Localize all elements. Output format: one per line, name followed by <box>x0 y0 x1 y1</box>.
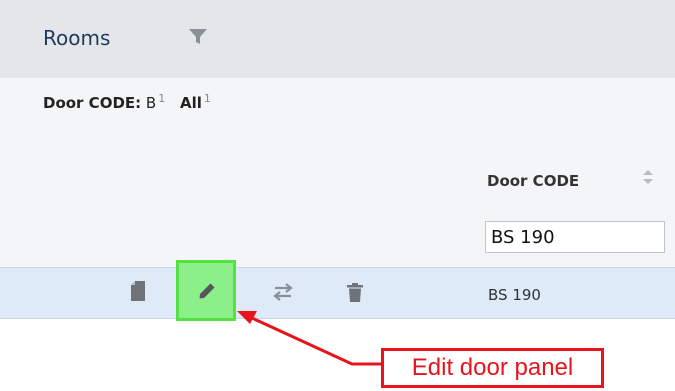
callout-arrow <box>237 311 382 366</box>
annotation-callout: Edit door panel <box>381 348 604 388</box>
